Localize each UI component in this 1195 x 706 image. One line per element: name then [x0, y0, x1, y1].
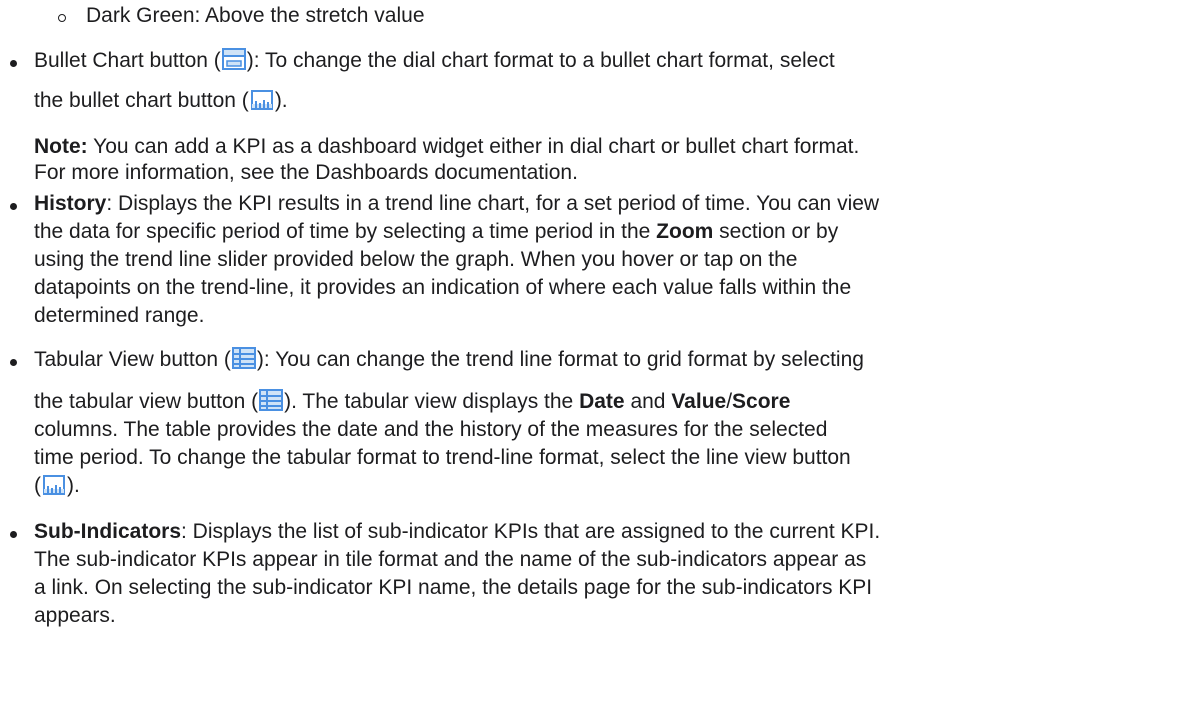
- line-view-icon[interactable]: [250, 88, 274, 110]
- bullet-chart-text: Bullet Chart button (: [34, 49, 221, 72]
- tabular-view-icon[interactable]: [231, 347, 256, 369]
- tabular-text: columns. The table provides the date and…: [34, 418, 828, 441]
- line-view-icon[interactable]: [42, 473, 66, 495]
- sub-indicators-text: The sub-indicator KPIs appear in tile fo…: [34, 548, 867, 571]
- history-line-5: determined range.: [34, 300, 204, 331]
- history-line-1: History: Displays the KPI results in a t…: [34, 188, 879, 219]
- bullet-chart-text: ).: [274, 89, 288, 112]
- history-line-3: using the trend line slider provided bel…: [34, 244, 797, 275]
- history-line-4: datapoints on the trend-line, it provide…: [34, 272, 851, 303]
- bullet-chart-icon[interactable]: [221, 48, 246, 70]
- sub-indicators-line-4: appears.: [34, 600, 116, 631]
- tabular-text: the tabular view button (: [34, 390, 259, 413]
- bullet-chart-item-line-2: the bullet chart button ( ).: [34, 85, 288, 116]
- sub-indicators-line-1: Sub-Indicators: Displays the list of sub…: [34, 516, 880, 547]
- sub-bullet-marker: [58, 14, 66, 22]
- sub-indicators-text: : Displays the list of sub-indicator KPI…: [181, 520, 881, 543]
- date-label: Date: [579, 390, 625, 413]
- bullet-chart-text: the bullet chart button (: [34, 89, 249, 112]
- bullet-marker: [10, 531, 17, 538]
- note-label: Note:: [34, 135, 88, 158]
- sub-indicators-label: Sub-Indicators: [34, 520, 182, 543]
- bullet-chart-description: ): To change the dial chart format to a …: [246, 49, 835, 72]
- zoom-label: Zoom: [656, 220, 714, 243]
- sub-indicators-line-2: The sub-indicator KPIs appear in tile fo…: [34, 544, 866, 575]
- history-line-2: the data for specific period of time by …: [34, 216, 838, 247]
- note-line-2: For more information, see the Dashboards…: [34, 157, 578, 188]
- value-label: Value: [671, 390, 727, 413]
- history-text: determined range.: [34, 304, 205, 327]
- help-document: Dark Green: Above the stretch value Bull…: [0, 0, 1195, 706]
- tabular-text: ). The tabular view displays the: [284, 390, 580, 413]
- history-text: the data for specific period of time by …: [34, 220, 657, 243]
- tabular-line-2: the tabular view button ( ). The tabular…: [34, 386, 790, 417]
- tabular-text: and: [624, 390, 672, 413]
- tabular-line-3: columns. The table provides the date and…: [34, 414, 827, 445]
- tabular-view-icon[interactable]: [259, 389, 284, 411]
- dark-green-item: Dark Green: Above the stretch value: [86, 0, 425, 31]
- bullet-chart-item-line-1: Bullet Chart button ( ): To change the d…: [34, 45, 835, 76]
- tabular-text: (: [34, 474, 41, 497]
- tabular-text: ).: [67, 474, 80, 497]
- sub-indicators-line-3: a link. On selecting the sub-indicator K…: [34, 572, 872, 603]
- history-label: History: [34, 192, 107, 215]
- tabular-line-4: time period. To change the tabular forma…: [34, 442, 851, 473]
- note-text: For more information, see the Dashboards…: [34, 161, 578, 184]
- tabular-line-5: ( ).: [34, 470, 80, 501]
- history-text: using the trend line slider provided bel…: [34, 248, 798, 271]
- history-text: : Displays the KPI results in a trend li…: [106, 192, 880, 215]
- bullet-marker: [10, 203, 17, 210]
- note-text: You can add a KPI as a dashboard widget …: [87, 135, 860, 158]
- score-label: Score: [732, 390, 791, 413]
- sub-indicators-text: a link. On selecting the sub-indicator K…: [34, 576, 873, 599]
- tabular-line-1: Tabular View button ( ): You can change …: [34, 344, 864, 375]
- bullet-marker: [10, 359, 17, 366]
- sub-indicators-text: appears.: [34, 604, 116, 627]
- dark-green-text: Dark Green: Above the stretch value: [86, 4, 425, 27]
- tabular-text: Tabular View button (: [34, 348, 231, 371]
- bullet-marker: [10, 60, 17, 67]
- history-text: section or by: [713, 220, 839, 243]
- tabular-text: time period. To change the tabular forma…: [34, 446, 851, 469]
- history-text: datapoints on the trend-line, it provide…: [34, 276, 852, 299]
- tabular-text: ): You can change the trend line format …: [256, 348, 864, 371]
